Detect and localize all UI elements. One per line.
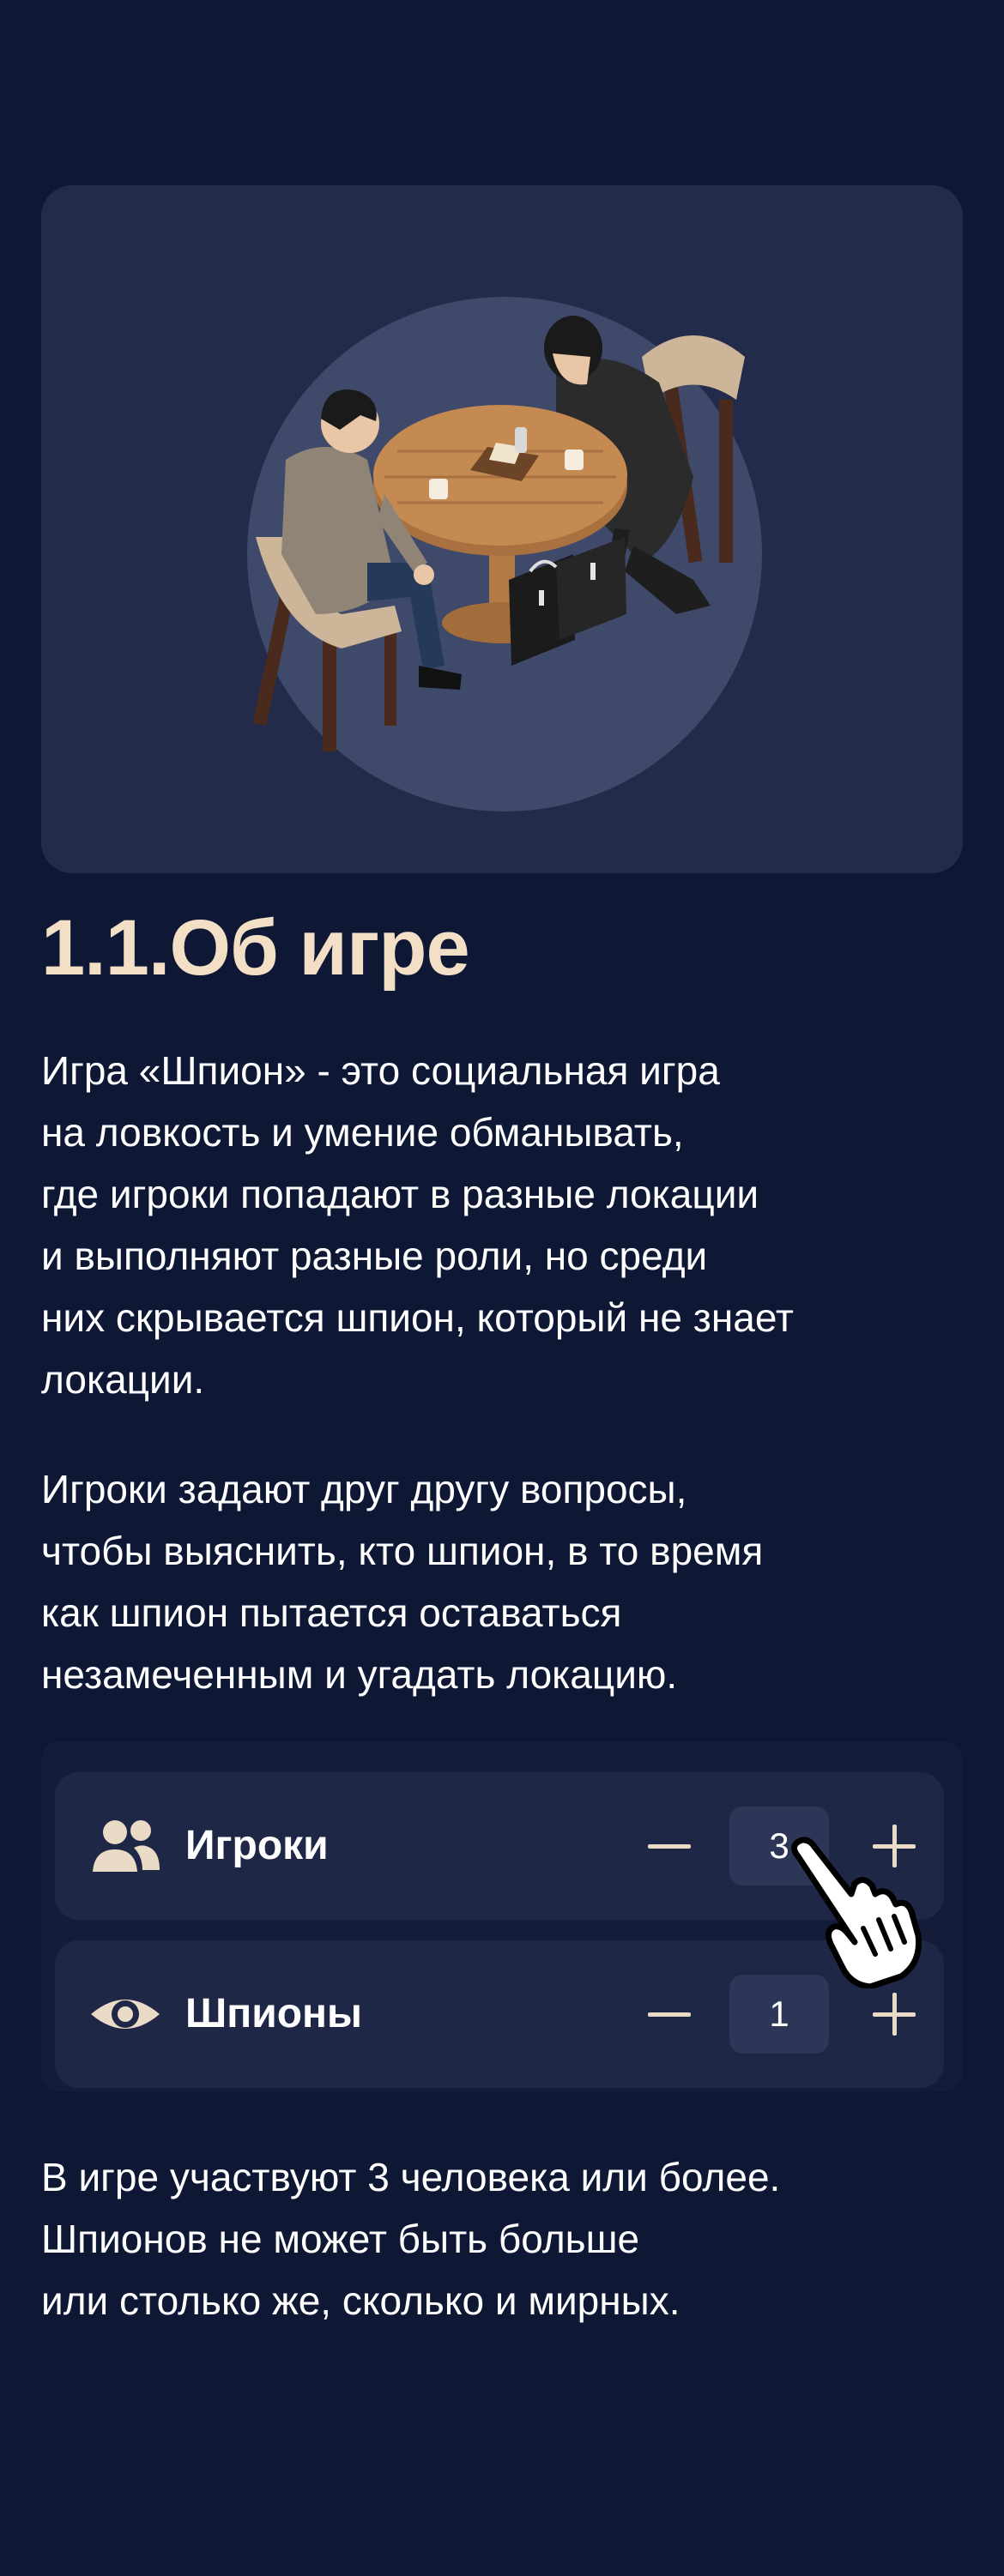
eye-icon — [91, 2000, 160, 2029]
minus-icon — [648, 1843, 691, 1849]
spies-decrement-button[interactable] — [630, 1975, 709, 2054]
intro-paragraph-1: Игра «Шпион» - это социальная игра на ло… — [41, 1048, 794, 1402]
hero-illustration-card — [41, 185, 963, 873]
minus-icon — [648, 2012, 691, 2017]
people-icon — [93, 1820, 160, 1872]
players-label: Игроки — [185, 1823, 329, 1868]
hand-pointer-icon — [791, 1837, 922, 1988]
spies-label: Шпионы — [185, 1991, 363, 2036]
spy-meeting-illustration — [247, 297, 762, 811]
section-title: 1.1.Об игре — [41, 904, 470, 992]
intro-paragraph-2: Игроки задают друг другу вопросы, чтобы … — [41, 1467, 764, 1697]
players-decrement-button[interactable] — [630, 1807, 709, 1885]
rules-note: В игре участвуют 3 человека или более. Ш… — [41, 2155, 781, 2323]
